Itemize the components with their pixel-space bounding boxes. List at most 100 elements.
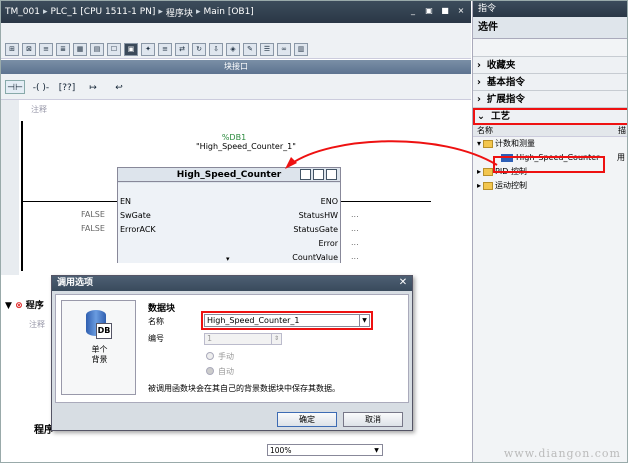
editor-title-bar: TM_001 ▸ PLC_1 [CPU 1511-1 PN] ▸ 程序块 ▸ M… [1, 1, 471, 23]
zoom-select[interactable]: 100% ▼ [267, 444, 383, 456]
screenshot-frame: TM_001 ▸ PLC_1 [CPU 1511-1 PN] ▸ 程序块 ▸ M… [0, 0, 628, 463]
network-gutter [1, 100, 19, 275]
block-open-icon[interactable] [300, 169, 311, 180]
call-structure-icon[interactable]: ▣ [124, 43, 138, 56]
insert-network-icon[interactable]: ⊞ [5, 43, 19, 56]
delete-network-icon[interactable]: ⊠ [22, 43, 36, 56]
contact-icon[interactable]: ⊣⊢ [5, 79, 25, 94]
instructions-task-card: 指令 选件 › 收藏夹 › 基本指令 › 扩展指令 ⌄ 工艺 名称 描 ▾ 计数和测量 H… [472, 1, 627, 462]
column-desc[interactable]: 描 [618, 125, 626, 137]
refresh-icon[interactable]: ↻ [192, 43, 206, 56]
db-number-input[interactable]: 1 ⇕ [204, 333, 282, 345]
expand-pins-icon[interactable]: ▾ [226, 255, 230, 263]
close-icon[interactable]: ✕ [397, 277, 409, 289]
tile-caption-line2: 背景 [91, 355, 108, 364]
expand-arrow-icon[interactable]: ▸ [477, 181, 481, 190]
radio-manual[interactable] [206, 352, 214, 360]
chevron-down-icon[interactable]: ▼ [372, 446, 381, 455]
chevron-right-icon: › [477, 60, 481, 71]
branch-close-icon[interactable]: ↩ [109, 80, 129, 94]
network-2-header[interactable]: ▼ ⊗ 程序 [1, 298, 51, 314]
watermark: www.diangon.com [503, 447, 621, 460]
pin-eno[interactable]: ENO [321, 197, 338, 206]
maximize-icon[interactable]: ■ [439, 5, 451, 17]
network-comment-icon[interactable]: ✎ [243, 43, 257, 56]
call-options-dialog: 调用选项 ✕ DB 单个 背景 数据块 名称 High_Speed_Counte… [51, 275, 413, 431]
empty-box-icon[interactable]: [??] [57, 80, 77, 94]
collapse-arrow-icon[interactable]: ▾ [477, 139, 481, 148]
section-label: 工艺 [490, 111, 510, 122]
column-name[interactable]: 名称 [477, 126, 493, 135]
collapse-icon[interactable]: ≣ [56, 43, 70, 56]
number-label: 编号 [148, 334, 164, 343]
single-instance-tile[interactable]: DB 单个 背景 [61, 300, 136, 395]
cancel-button[interactable]: 取消 [343, 412, 403, 427]
function-block-box[interactable]: High_Speed_Counter EN SwGate ErrorACK EN… [117, 167, 341, 263]
tree-item-desc: 用 [617, 153, 625, 162]
restore-icon[interactable]: ▣ [423, 5, 435, 17]
network-comment[interactable]: 注释 [31, 104, 47, 115]
error-value[interactable]: ... [351, 238, 359, 247]
snapshot-icon[interactable]: ◈ [226, 43, 240, 56]
symbolic-icon[interactable]: ☰ [260, 43, 274, 56]
download-icon[interactable]: ⇩ [209, 43, 223, 56]
pin-error[interactable]: Error [319, 239, 339, 248]
breadcrumb-project[interactable]: TM_001 [5, 7, 40, 17]
close-icon[interactable]: × [455, 5, 467, 17]
block-params-icon[interactable] [313, 169, 324, 180]
breadcrumb-program-blocks[interactable]: 程序块 [166, 6, 193, 19]
section-label: 基本指令 [486, 77, 525, 88]
radio-auto[interactable] [206, 367, 214, 375]
section-label: 扩展指令 [486, 94, 525, 105]
pin-en[interactable]: EN [120, 197, 131, 206]
radio-auto-label: 自动 [218, 367, 234, 376]
chevron-right-icon: › [477, 77, 481, 88]
group-title: 数据块 [148, 304, 176, 314]
countvalue-value[interactable]: ... [351, 252, 359, 261]
erroracki-value[interactable]: FALSE [81, 224, 105, 233]
ok-button[interactable]: 确定 [277, 412, 337, 427]
expand-arrow-icon[interactable]: ▸ [477, 167, 481, 176]
section-technology[interactable]: ⌄ 工艺 [473, 108, 627, 125]
options-spacer [473, 39, 627, 57]
branch-open-icon[interactable]: ↦ [83, 80, 103, 94]
pin-swgate[interactable]: SwGate [120, 211, 151, 220]
extended-icon[interactable]: ▥ [294, 43, 308, 56]
left-power-rail [21, 121, 23, 271]
favorites-icon[interactable]: ▤ [90, 43, 104, 56]
statushw-value[interactable]: ... [351, 210, 359, 219]
section-extended-instructions[interactable]: › 扩展指令 [473, 91, 627, 108]
breadcrumb-main[interactable]: Main [OB1] [203, 7, 253, 17]
tree-item-counting[interactable]: ▾ 计数和测量 [473, 137, 627, 151]
swgate-value[interactable]: FALSE [81, 210, 105, 219]
absolute-operand-icon[interactable]: ▦ [73, 43, 87, 56]
block-interface-bar[interactable]: 块接口 [1, 60, 471, 74]
section-favorites[interactable]: › 收藏夹 [473, 57, 627, 74]
pin-countvalue[interactable]: CountValue [292, 253, 338, 262]
minimize-icon[interactable]: _ [407, 5, 419, 17]
statusgate-value[interactable]: ... [351, 224, 359, 233]
expand-icon[interactable]: ≡ [39, 43, 53, 56]
tree-item-motion[interactable]: ▸ 运动控制 [473, 179, 627, 193]
breadcrumb-plc[interactable]: PLC_1 [CPU 1511-1 PN] [50, 7, 155, 17]
pin-erroracki[interactable]: ErrorACK [120, 225, 156, 234]
breadcrumb-separator: ▸ [158, 7, 163, 17]
box-icon[interactable]: ☐ [107, 43, 121, 56]
section-basic-instructions[interactable]: › 基本指令 [473, 74, 627, 91]
dialog-note: 被调用函数块会在其自己的背景数据块中保存其数据。 [148, 384, 340, 393]
spinner-icon[interactable]: ⇕ [271, 334, 281, 344]
go-online-icon[interactable]: ≡ [158, 43, 172, 56]
pin-statusgate[interactable]: StatusGate [293, 225, 338, 234]
tile-caption-line1: 单个 [91, 345, 108, 354]
block-editor-toolbar: ⊞ ⊠ ≡ ≣ ▦ ▤ ☐ ▣ ✦ ≡ ⇄ ↻ ⇩ ◈ ✎ ☰ ∞ ▥ [1, 23, 471, 59]
monitor-icon[interactable]: ✦ [141, 43, 155, 56]
pin-statushw[interactable]: StatusHW [299, 211, 338, 220]
compare-icon[interactable]: ⇄ [175, 43, 189, 56]
coil-icon[interactable]: -( )- [31, 80, 51, 94]
block-config-icon[interactable] [326, 169, 337, 180]
options-header[interactable]: 选件 [473, 17, 627, 39]
monitor-on-icon[interactable]: ∞ [277, 43, 291, 56]
instance-db-name[interactable]: "High_Speed_Counter_1" [196, 142, 296, 152]
tree-item-label: 运动控制 [495, 181, 528, 190]
network-2-comment[interactable]: 注释 [29, 319, 45, 330]
